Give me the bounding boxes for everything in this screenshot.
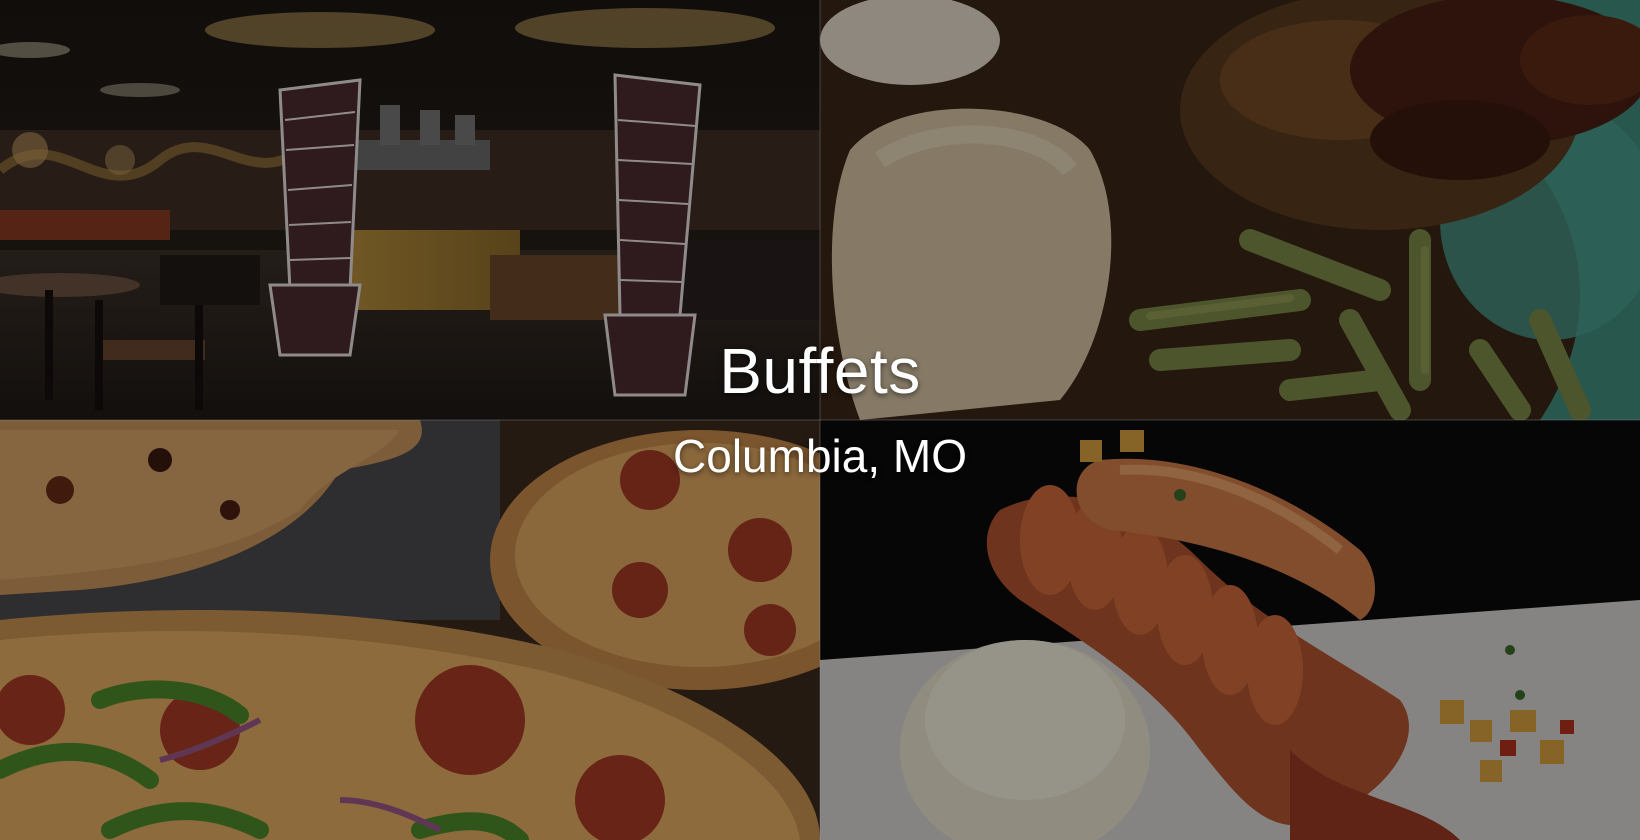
buffets-hero: Buffets Columbia, MO xyxy=(0,0,1640,840)
page-title: Buffets xyxy=(719,335,921,407)
hero-text: Buffets Columbia, MO xyxy=(0,0,1640,840)
location-subtitle: Columbia, MO xyxy=(673,430,967,482)
